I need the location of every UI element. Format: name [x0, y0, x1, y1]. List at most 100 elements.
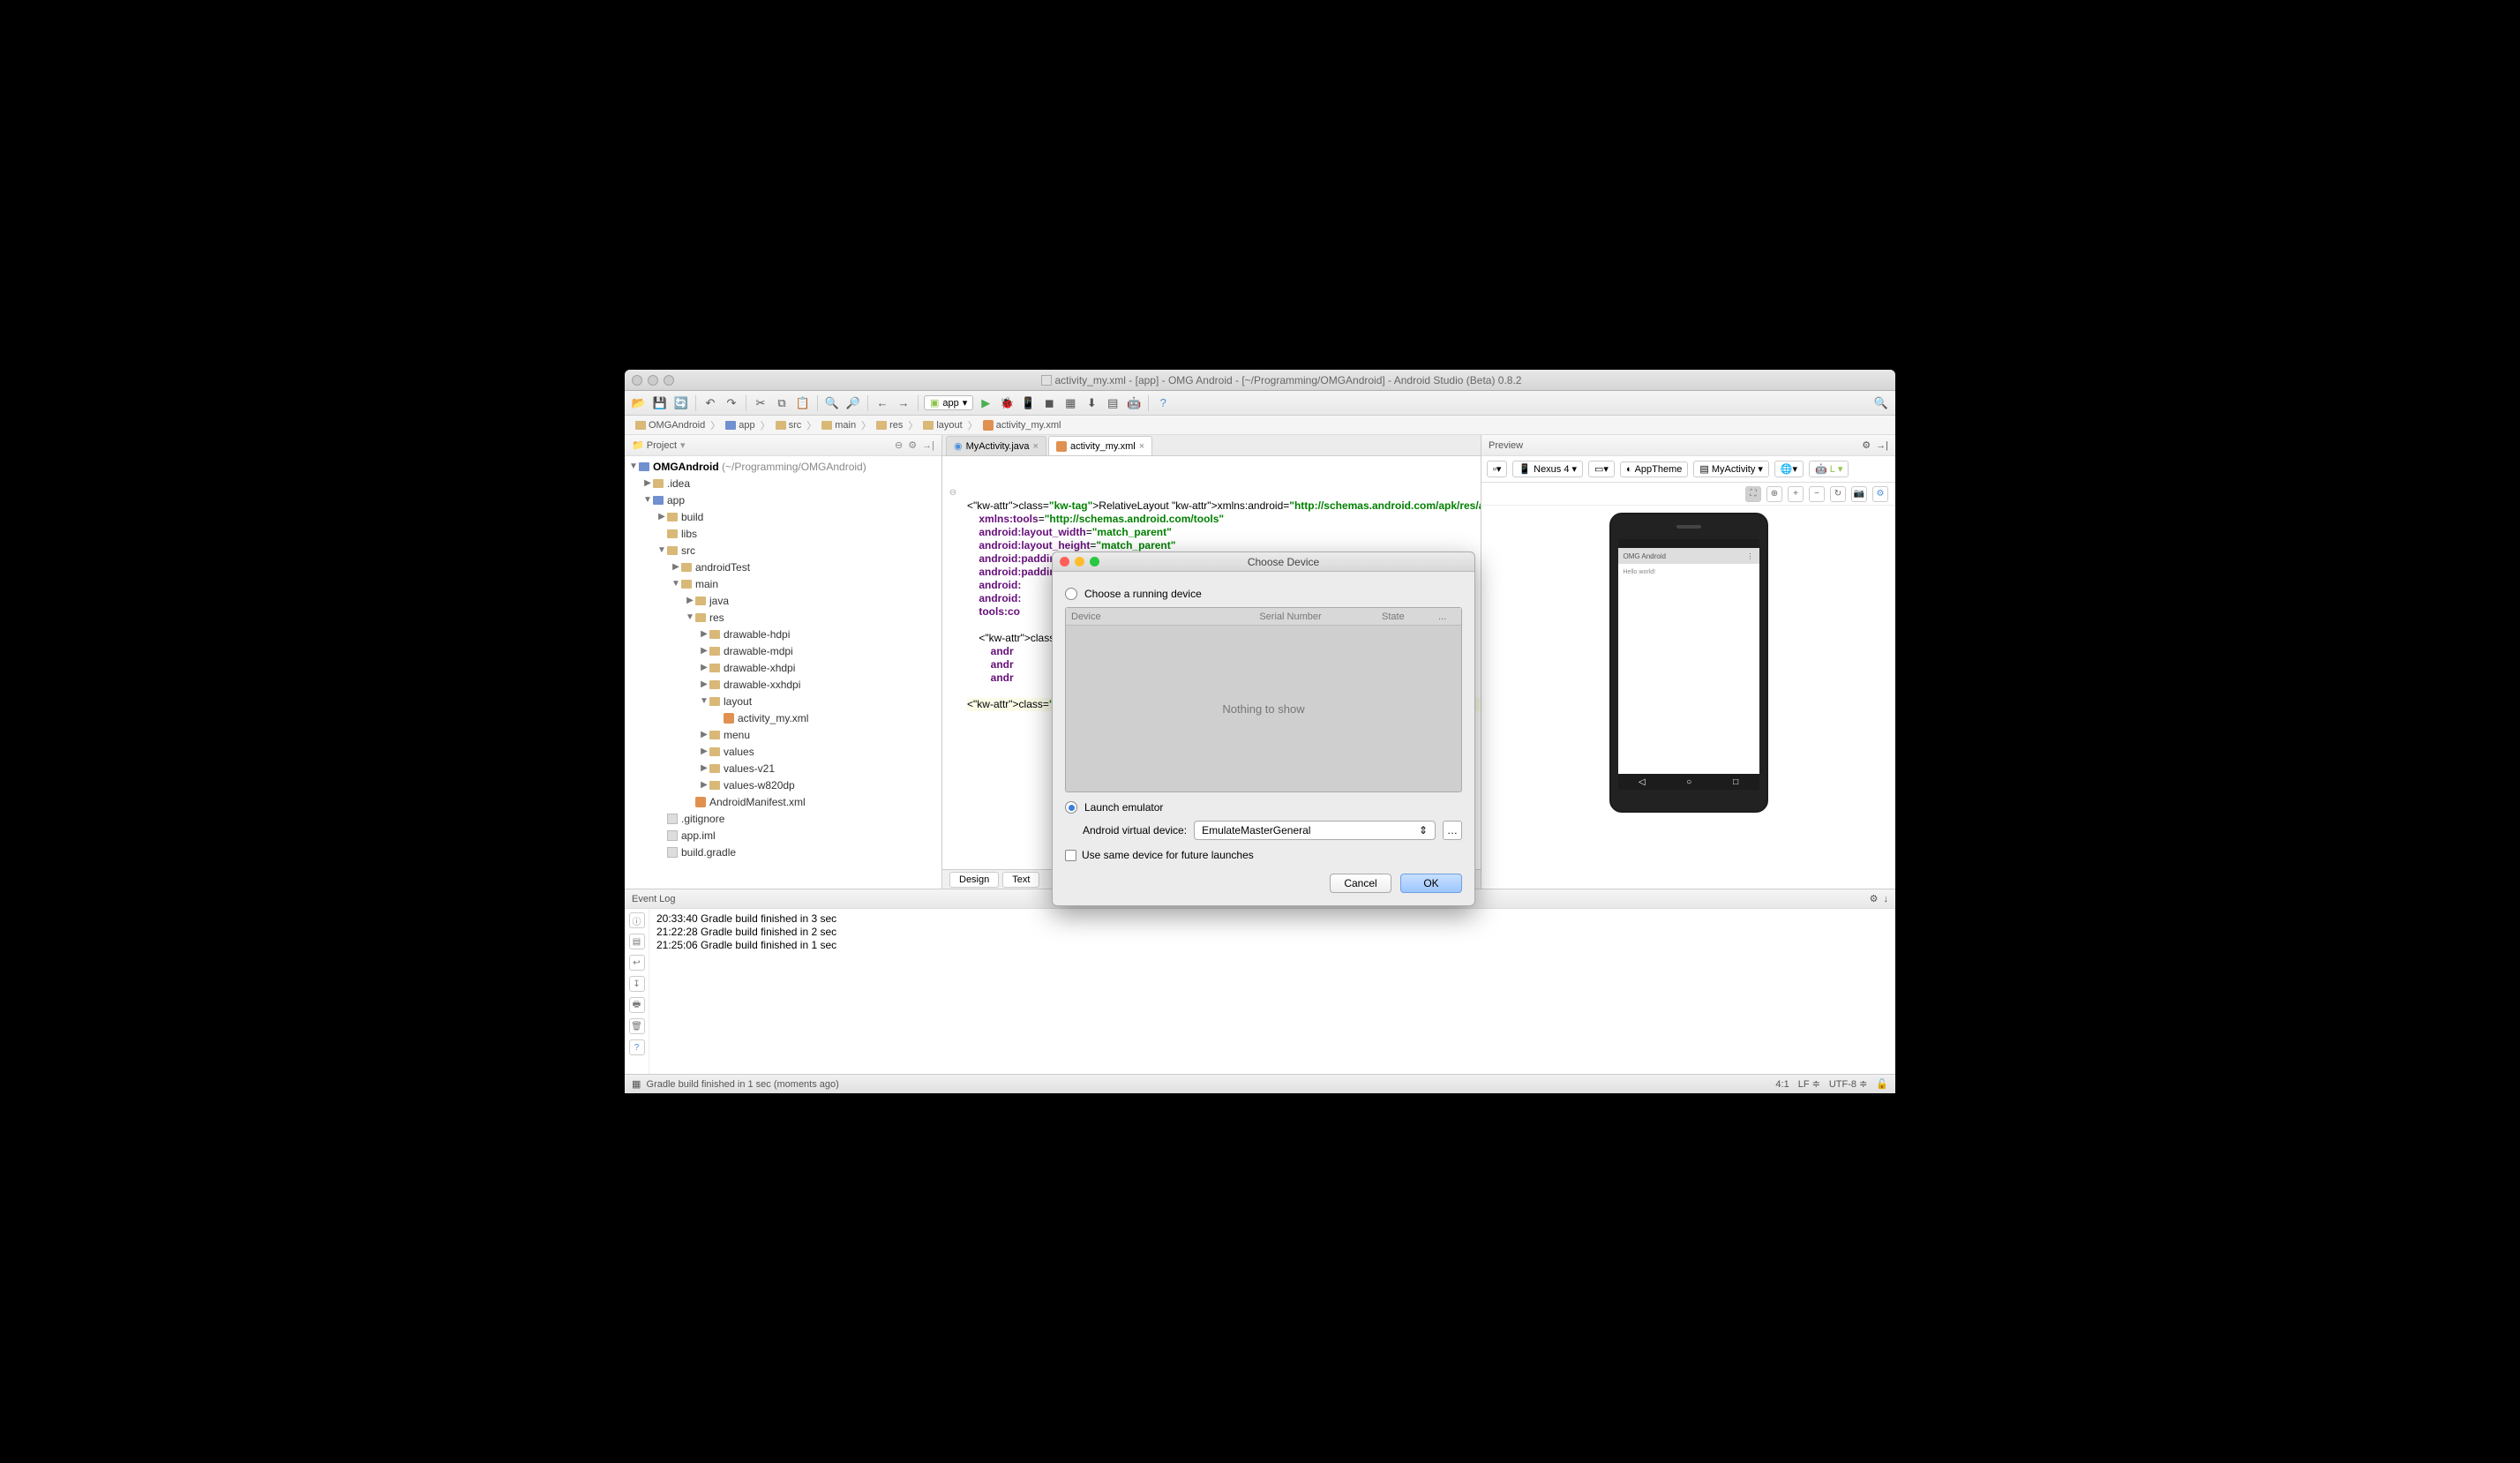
help-icon[interactable]: ?: [1154, 394, 1172, 412]
close-dialog-icon[interactable]: [1060, 557, 1069, 566]
paste-icon[interactable]: 📋: [794, 394, 812, 412]
zoom-actual-icon[interactable]: ⊕: [1766, 486, 1782, 502]
close-icon[interactable]: ×: [1033, 441, 1039, 452]
column-device[interactable]: Device: [1071, 611, 1259, 622]
hide-icon[interactable]: →|: [922, 440, 934, 451]
choose-running-device-radio[interactable]: Choose a running device: [1065, 588, 1462, 600]
debug-icon[interactable]: 🐞: [998, 394, 1016, 412]
tree-node[interactable]: ▶values: [625, 743, 941, 760]
back-icon[interactable]: ←: [874, 394, 891, 412]
run-icon[interactable]: ▶: [977, 394, 994, 412]
search-icon[interactable]: 🔍: [1872, 394, 1890, 412]
tree-node[interactable]: ▼src: [625, 542, 941, 559]
minimize-window-icon[interactable]: [648, 375, 658, 386]
android-robot-icon[interactable]: 🤖: [1125, 394, 1143, 412]
tree-node[interactable]: ▶androidTest: [625, 559, 941, 575]
minimize-dialog-icon[interactable]: [1075, 557, 1084, 566]
avd-select[interactable]: EmulateMasterGeneral ⇕: [1194, 821, 1436, 840]
info-icon[interactable]: ⓘ: [629, 912, 645, 928]
forward-icon[interactable]: →: [895, 394, 912, 412]
scroll-icon[interactable]: ↧: [629, 976, 645, 992]
breadcrumb-item[interactable]: layout: [919, 419, 965, 431]
gear-icon[interactable]: ⚙: [908, 439, 917, 451]
theme-dropdown[interactable]: ◐AppTheme: [1620, 461, 1688, 477]
zoom-dialog-icon[interactable]: [1090, 557, 1099, 566]
tree-node[interactable]: ▶drawable-xhdpi: [625, 659, 941, 676]
sync-icon[interactable]: 🔄: [672, 394, 690, 412]
collapse-icon[interactable]: ⊖: [895, 439, 903, 451]
zoom-window-icon[interactable]: [664, 375, 674, 386]
hide-icon[interactable]: ↓: [1884, 894, 1889, 904]
checkbox-icon[interactable]: [1065, 850, 1076, 861]
undo-icon[interactable]: ↶: [701, 394, 719, 412]
print-icon[interactable]: 🖶: [629, 997, 645, 1013]
ddms-icon[interactable]: ▤: [1104, 394, 1121, 412]
tree-node[interactable]: ▼app: [625, 491, 941, 508]
sdk-manager-icon[interactable]: ⬇: [1083, 394, 1100, 412]
locale-dropdown[interactable]: 🌐▾: [1774, 461, 1804, 477]
tree-node[interactable]: ▼res: [625, 609, 941, 626]
status-icon[interactable]: ▦: [632, 1078, 641, 1090]
gear-icon[interactable]: ⚙: [1862, 439, 1871, 451]
stop-icon[interactable]: ◼: [1040, 394, 1058, 412]
launch-emulator-radio[interactable]: Launch emulator: [1065, 801, 1462, 814]
text-tab[interactable]: Text: [1002, 872, 1039, 888]
cancel-button[interactable]: Cancel: [1330, 874, 1391, 893]
tree-node[interactable]: ▶drawable-xxhdpi: [625, 676, 941, 693]
fold-icon[interactable]: ⊖: [944, 486, 962, 499]
copy-icon[interactable]: ⧉: [773, 394, 791, 412]
gear-icon[interactable]: ⚙: [1870, 893, 1879, 904]
breadcrumb-item[interactable]: OMGAndroid: [632, 419, 709, 431]
tree-node[interactable]: ▼main: [625, 575, 941, 592]
redo-icon[interactable]: ↷: [723, 394, 740, 412]
design-tab[interactable]: Design: [949, 872, 999, 888]
breadcrumb-item[interactable]: main: [818, 419, 859, 431]
close-icon[interactable]: ×: [1139, 441, 1144, 452]
help-icon[interactable]: ?: [629, 1039, 645, 1055]
zoom-in-icon[interactable]: 🔎: [844, 394, 862, 412]
device-dropdown[interactable]: 📱Nexus 4▾: [1512, 461, 1583, 477]
window-traffic-lights[interactable]: [632, 375, 674, 386]
radio-icon[interactable]: [1065, 801, 1077, 814]
tree-node[interactable]: ▶drawable-mdpi: [625, 642, 941, 659]
dropdown-icon[interactable]: ▾: [680, 439, 686, 451]
tree-node[interactable]: ▶java: [625, 592, 941, 609]
tree-node[interactable]: ▶drawable-hdpi: [625, 626, 941, 642]
tree-node[interactable]: build.gradle: [625, 844, 941, 860]
render-config-dropdown[interactable]: ▫▾: [1487, 461, 1507, 477]
ok-button[interactable]: OK: [1400, 874, 1462, 893]
tree-node[interactable]: ▶build: [625, 508, 941, 525]
column-more[interactable]: ...: [1438, 611, 1456, 622]
tree-node[interactable]: ▼layout: [625, 693, 941, 709]
hide-icon[interactable]: →|: [1876, 440, 1888, 451]
tree-node[interactable]: activity_my.xml: [625, 709, 941, 726]
editor-tab[interactable]: activity_my.xml ×: [1048, 436, 1152, 455]
screenshot-icon[interactable]: 📷: [1851, 486, 1867, 502]
tree-node[interactable]: AndroidManifest.xml: [625, 793, 941, 810]
tree-node[interactable]: ▶values-v21: [625, 760, 941, 777]
avd-manager-icon[interactable]: ▦: [1061, 394, 1079, 412]
settings-icon[interactable]: ⚙: [1872, 486, 1888, 502]
tree-node[interactable]: ▶values-w820dp: [625, 777, 941, 793]
close-window-icon[interactable]: [632, 375, 642, 386]
open-icon[interactable]: 📂: [630, 394, 648, 412]
filter-icon[interactable]: ▤: [629, 934, 645, 949]
project-tree[interactable]: ▼ OMGAndroid (~/Programming/OMGAndroid) …: [625, 456, 941, 889]
line-separator[interactable]: LF ≑: [1798, 1078, 1820, 1090]
use-same-device-checkbox[interactable]: Use same device for future launches: [1065, 849, 1462, 861]
breadcrumb-item[interactable]: activity_my.xml: [979, 419, 1065, 431]
api-dropdown[interactable]: 🤖L▾: [1809, 461, 1849, 477]
tree-node[interactable]: ▶menu: [625, 726, 941, 743]
activity-dropdown[interactable]: ▤MyActivity▾: [1693, 461, 1768, 477]
tree-root[interactable]: ▼ OMGAndroid (~/Programming/OMGAndroid): [625, 458, 941, 475]
breadcrumb-item[interactable]: src: [772, 419, 806, 431]
lock-icon[interactable]: 🔓: [1876, 1078, 1888, 1090]
zoom-fit-icon[interactable]: ⛶: [1745, 486, 1761, 502]
event-log-body[interactable]: 20:33:40 Gradle build finished in 3 sec2…: [649, 909, 1895, 1074]
tree-node[interactable]: .gitignore: [625, 810, 941, 827]
radio-icon[interactable]: [1065, 588, 1077, 600]
soft-wrap-icon[interactable]: ↩: [629, 955, 645, 971]
breadcrumb-item[interactable]: app: [722, 419, 758, 431]
column-state[interactable]: State: [1382, 611, 1438, 622]
refresh-icon[interactable]: ↻: [1830, 486, 1846, 502]
